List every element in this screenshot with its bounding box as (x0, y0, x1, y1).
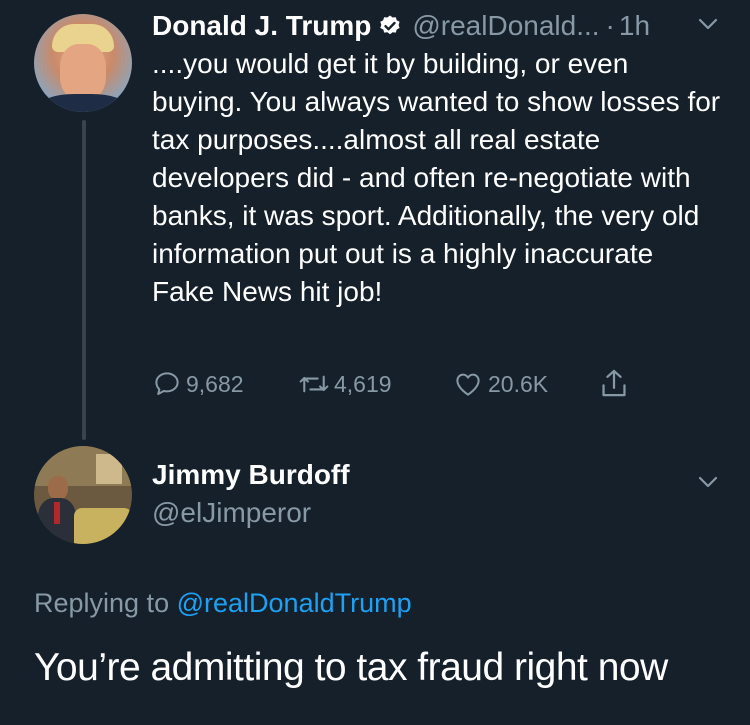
author-name[interactable]: Donald J. Trump (152, 10, 371, 42)
reply-chevron-down-icon[interactable] (696, 470, 720, 494)
retweet-button[interactable]: 4,619 (297, 364, 392, 404)
retweet-icon (297, 369, 331, 399)
thread-connector (82, 120, 86, 440)
reply-count: 9,682 (186, 370, 244, 397)
avatar-jimmy[interactable] (34, 446, 132, 544)
replying-to-line: Replying to @realDonaldTrump (34, 588, 412, 619)
reply-author-name[interactable]: Jimmy Burdoff (152, 459, 350, 491)
like-button[interactable]: 20.6K (452, 364, 548, 404)
reply-text: You’re admitting to tax fraud right now (34, 646, 668, 689)
window-shape (96, 454, 122, 484)
tweet-time[interactable]: 1h (619, 10, 650, 42)
reply-icon (152, 369, 182, 399)
verified-badge-icon (378, 14, 402, 38)
chevron-down-icon[interactable] (696, 12, 720, 36)
author-handle[interactable]: @realDonald... (412, 10, 599, 42)
suit-shape (40, 94, 126, 112)
time-separator: · (605, 10, 615, 41)
reply-button[interactable]: 9,682 (152, 364, 244, 404)
tweet-text: ....you would get it by building, or eve… (152, 48, 721, 307)
replying-to-link[interactable]: @realDonaldTrump (177, 588, 412, 618)
person-head-shape (48, 476, 68, 500)
avatar-trump[interactable] (34, 14, 132, 112)
tweet-header: Donald J. Trump @realDonald... · 1h (152, 8, 650, 44)
share-button[interactable] (598, 364, 630, 404)
tweet-actions: 9,682 4,619 20.6K (152, 364, 712, 404)
face-shape (60, 44, 106, 100)
tie-shape (54, 502, 60, 524)
table-shape (74, 508, 132, 544)
reply-author-handle[interactable]: @elJimperor (152, 497, 311, 529)
retweet-count: 4,619 (334, 370, 392, 397)
replying-prefix: Replying to (34, 588, 170, 618)
like-icon (452, 369, 484, 399)
share-icon (598, 367, 630, 401)
like-count: 20.6K (488, 370, 549, 397)
